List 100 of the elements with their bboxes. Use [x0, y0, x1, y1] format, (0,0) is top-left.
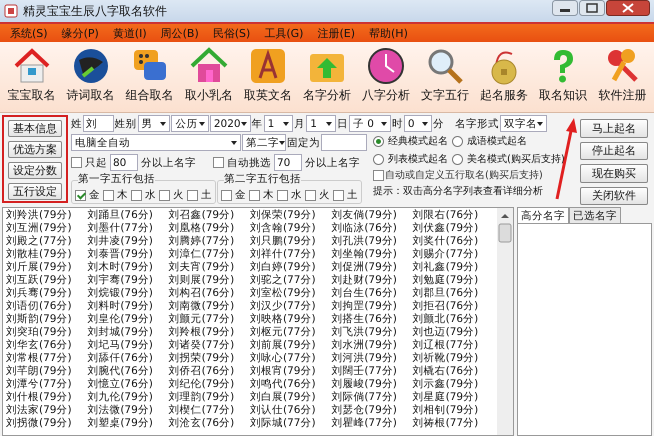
name-result[interactable]: 刘九伦(79分) — [87, 391, 169, 404]
name-result[interactable]: 刘拐荣(79分) — [168, 352, 250, 365]
toolbar-button[interactable]: 起名服务 — [478, 44, 530, 106]
name-result[interactable]: 刘南微(79分) — [168, 300, 250, 313]
name-result[interactable]: 刘映格(79分) — [250, 313, 332, 326]
menu-item[interactable]: 注册(E) — [317, 26, 355, 40]
name-result[interactable]: 刘河洪(79分) — [331, 352, 413, 365]
name-result[interactable]: 刘台生(76分) — [331, 287, 413, 300]
action-button[interactable]: 现在购买 — [580, 164, 648, 182]
name-result[interactable]: 刘腕代(76分) — [87, 365, 169, 378]
name-result[interactable]: 刘拒召(76分) — [412, 300, 494, 313]
name-result[interactable]: 刘语仞(76分) — [6, 300, 88, 313]
name-result[interactable]: 刘夫宵(79分) — [168, 261, 250, 274]
name-result[interactable]: 刘潭兮(77分) — [6, 378, 88, 391]
name-result[interactable]: 刘咏心(77分) — [250, 352, 332, 365]
dropdown[interactable]: 1 — [264, 115, 294, 132]
radio-button[interactable] — [373, 136, 384, 146]
dropdown[interactable]: 双字名 — [500, 115, 547, 132]
side-button[interactable]: 优选方案 — [8, 141, 62, 158]
name-result[interactable]: 刘颤元(77分) — [168, 313, 250, 326]
dropdown[interactable]: 2020 — [210, 115, 251, 132]
checkbox[interactable] — [75, 190, 86, 200]
name-result[interactable]: 刘羚根(79分) — [168, 326, 250, 339]
name-result[interactable]: 刘鸣代(76分) — [250, 378, 332, 391]
name-result[interactable]: 刘拘罡(79分) — [331, 300, 413, 313]
dropdown[interactable]: 子 0 — [348, 115, 391, 132]
name-result[interactable]: 刘纪伦(79分) — [168, 378, 250, 391]
checkbox[interactable] — [249, 190, 260, 200]
toolbar-button[interactable]: 组合取名 — [124, 44, 176, 106]
name-result[interactable]: 刘楔仁(77分) — [168, 404, 250, 417]
menu-item[interactable]: 缘分(P) — [62, 26, 99, 40]
name-result[interactable]: 刘封城(79分) — [87, 326, 169, 339]
action-button[interactable]: 马上起名 — [580, 119, 648, 138]
name-result[interactable]: 刘友倘(79分) — [331, 209, 413, 222]
name-result[interactable]: 刘前展(79分) — [250, 339, 332, 352]
name-result[interactable]: 刘法微(79分) — [87, 404, 169, 417]
name-result[interactable]: 刘侨召(76分) — [168, 365, 250, 378]
name-result[interactable]: 刘礼鑫(79分) — [412, 261, 494, 274]
close-icon[interactable] — [606, 0, 650, 16]
name-result[interactable]: 刘祷根(77分) — [412, 417, 494, 430]
name-result[interactable]: 刘白展(79分) — [250, 391, 332, 404]
name-result[interactable]: 刘皇伦(79分) — [87, 313, 169, 326]
radio-button[interactable] — [452, 136, 463, 146]
checkbox[interactable] — [373, 170, 384, 180]
name-result[interactable]: 刘料时(79分) — [87, 300, 169, 313]
name-result[interactable]: 刘橇右(76分) — [412, 365, 494, 378]
name-result[interactable]: 刘坐翰(79分) — [331, 248, 413, 261]
name-result[interactable]: 刘拐微(79分) — [6, 417, 88, 430]
name-result[interactable]: 刘墨什(77分) — [87, 222, 169, 235]
tab[interactable]: 已选名字 — [569, 207, 621, 223]
name-result[interactable]: 刘什根(79分) — [6, 391, 88, 404]
radio-button[interactable] — [373, 154, 384, 164]
name-result[interactable]: 刘赐介(77分) — [412, 248, 494, 261]
dropdown[interactable]: 公历 — [171, 115, 209, 132]
menu-item[interactable]: 民俗(S) — [212, 26, 250, 40]
name-result[interactable]: 刘勉庭(79分) — [412, 274, 494, 287]
checkbox[interactable] — [187, 190, 198, 200]
name-result[interactable]: 刘保荣(79分) — [250, 209, 332, 222]
name-result[interactable]: 刘枢元(77分) — [250, 326, 332, 339]
toolbar-button[interactable]: 取名知识 — [537, 44, 590, 106]
name-result[interactable]: 刘履峻(79分) — [331, 378, 413, 391]
name-result[interactable]: 刘星庭(79分) — [412, 391, 494, 404]
name-result[interactable]: 刘奖什(76分) — [412, 235, 494, 248]
name-result[interactable]: 刘祥什(77分) — [250, 248, 332, 261]
name-result[interactable]: 刘木时(79分) — [87, 261, 169, 274]
input-field[interactable]: 刘 — [83, 115, 114, 132]
name-result[interactable]: 刘驼之(77分) — [250, 274, 332, 287]
side-button[interactable]: 五行设定 — [8, 183, 62, 200]
name-result[interactable]: 刘瑟仓(79分) — [331, 404, 413, 417]
name-result[interactable]: 刘含翰(79分) — [250, 222, 332, 235]
checkbox[interactable] — [333, 190, 344, 200]
name-result[interactable]: 刘示鑫(79分) — [412, 378, 494, 391]
name-result[interactable]: 刘烷锻(79分) — [87, 287, 169, 300]
checkbox[interactable] — [213, 157, 224, 168]
name-result[interactable]: 刘临泳(76分) — [331, 222, 413, 235]
name-result[interactable]: 刘召鑫(79分) — [168, 209, 250, 222]
dropdown[interactable]: 第二字 — [242, 134, 286, 151]
name-result[interactable]: 刘瞿峰(77分) — [331, 417, 413, 430]
input-field[interactable]: 70 — [274, 154, 302, 171]
name-result[interactable]: 刘互洲(79分) — [6, 222, 88, 235]
action-button[interactable]: 停止起名 — [580, 142, 648, 160]
name-result[interactable]: 刘沧玄(76分) — [168, 417, 250, 430]
toolbar-button[interactable]: 诗词取名 — [64, 44, 117, 106]
name-result[interactable]: 刘突珀(79分) — [6, 326, 88, 339]
name-result[interactable]: 刘室松(79分) — [250, 287, 332, 300]
checkbox[interactable] — [159, 190, 170, 200]
dropdown[interactable]: 男 — [138, 115, 170, 132]
checkbox[interactable] — [221, 190, 232, 200]
side-button[interactable]: 基本信息 — [8, 120, 62, 137]
input-field[interactable]: 80 — [110, 154, 138, 171]
name-result[interactable]: 刘汉少(77分) — [250, 300, 332, 313]
name-result[interactable]: 刘搭生(76分) — [331, 313, 413, 326]
name-result[interactable]: 刘法家(79分) — [6, 404, 88, 417]
checkbox[interactable] — [131, 190, 142, 200]
name-result[interactable]: 刘理韵(79分) — [168, 391, 250, 404]
toolbar-button[interactable]: 宝宝取名 — [6, 44, 58, 106]
dropdown[interactable]: 电脑全自动 — [71, 134, 241, 151]
name-result[interactable]: 刘常根(77分) — [6, 352, 88, 365]
name-result[interactable]: 刘飞洪(79分) — [331, 326, 413, 339]
maximize-icon[interactable] — [579, 0, 605, 16]
